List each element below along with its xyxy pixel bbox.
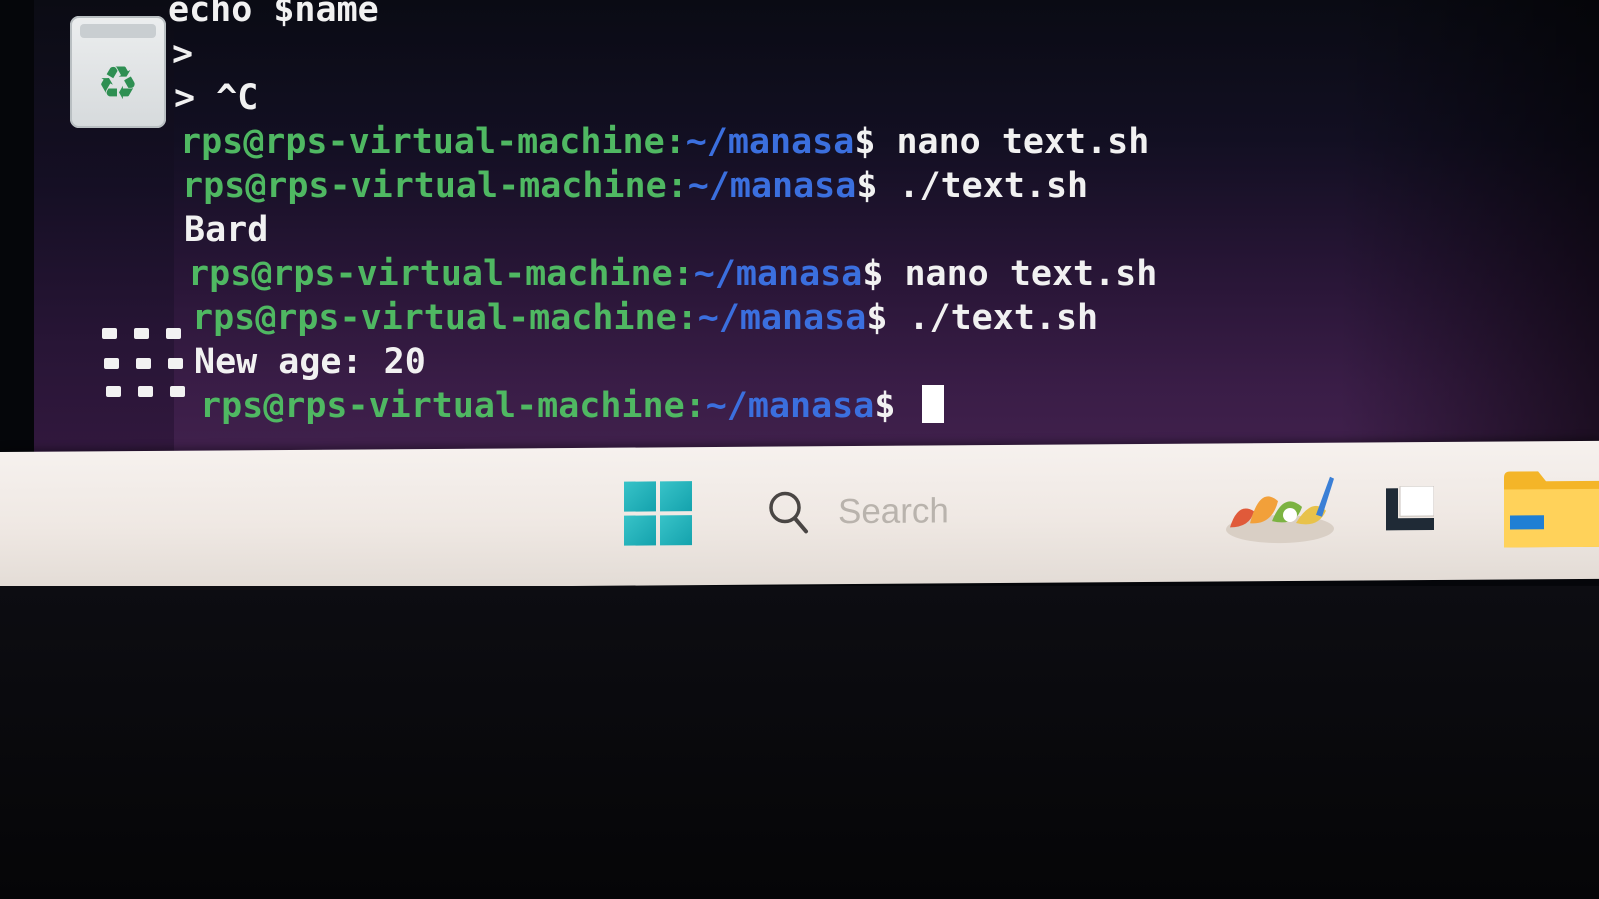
output-text: echo $name [168, 0, 379, 30]
prompt-user: rps@rps-virtual-machine: [182, 166, 688, 206]
windows-start-icon[interactable] [624, 481, 694, 547]
folder-icon[interactable] [1504, 471, 1599, 548]
taskbar: Search [0, 440, 1599, 590]
grid-dot [106, 386, 121, 397]
prompt-dollar: $ [856, 166, 878, 206]
terminal-prompt-line: rps@rps-virtual-machine:~/manasa$ nano t… [168, 120, 1288, 164]
grid-dot [104, 358, 119, 369]
terminal-prompt-line: rps@rps-virtual-machine:~/manasa$ nano t… [168, 252, 1288, 296]
terminal-cursor [922, 385, 945, 423]
grid-dot [138, 386, 153, 397]
output-text: Bard [184, 210, 269, 250]
prompt-user: rps@rps-virtual-machine: [192, 298, 698, 338]
terminal-output[interactable]: echo $name > > ^C rps@rps-virtual-machin… [168, 0, 1288, 428]
output-text: New age: 20 [194, 342, 426, 382]
terminal-line: > [168, 32, 1288, 76]
prompt-user: rps@rps-virtual-machine: [180, 122, 686, 162]
recycle-icon: ♻ [97, 56, 139, 110]
screen-bottom-dark-area [0, 586, 1599, 899]
prompt-dollar: $ [862, 254, 884, 294]
search-icon [769, 491, 808, 534]
prompt-dollar: $ [874, 386, 896, 426]
widgets-icon[interactable] [1220, 471, 1340, 548]
trash-icon[interactable]: ♻ [70, 16, 166, 128]
trash-lid [80, 24, 156, 38]
terminal-line: echo $name [168, 0, 1288, 32]
terminal-prompt-line: rps@rps-virtual-machine:~/manasa$ ./text… [168, 296, 1288, 340]
output-text: > ^C [174, 78, 259, 118]
dock: ♻ [34, 0, 185, 462]
terminal-line: > ^C [168, 76, 1288, 120]
prompt-dollar: $ [854, 122, 876, 162]
start-pane [624, 515, 656, 546]
screen: ♻ echo $name > > ^C rps@rps-virtual-mach… [0, 0, 1599, 899]
screen-bezel [0, 0, 34, 462]
command-text: ./text.sh [887, 298, 1099, 338]
prompt-path: ~/manasa [697, 298, 867, 338]
terminal-line: New age: 20 [168, 340, 1288, 384]
prompt-path: ~/manasa [687, 166, 857, 206]
start-pane [660, 515, 692, 546]
command-text: ./text.sh [877, 166, 1089, 206]
terminal-prompt-line: rps@rps-virtual-machine:~/manasa$ ./text… [168, 164, 1288, 208]
grid-dot [134, 328, 149, 339]
start-pane [660, 481, 692, 512]
prompt-path: ~/manasa [693, 254, 863, 294]
terminal-prompt-line: rps@rps-virtual-machine:~/manasa$ [168, 384, 1288, 428]
taskbar-search-box[interactable]: Search [760, 478, 1120, 547]
start-pane [624, 481, 656, 512]
desktop-area: ♻ echo $name > > ^C rps@rps-virtual-mach… [0, 0, 1599, 462]
grid-dot [102, 328, 117, 339]
prompt-user: rps@rps-virtual-machine: [200, 386, 706, 426]
grid-dot [136, 358, 151, 369]
command-text [895, 386, 916, 426]
prompt-user: rps@rps-virtual-machine: [188, 254, 694, 294]
prompt-path: ~/manasa [685, 122, 855, 162]
prompt-path: ~/manasa [705, 386, 875, 426]
prompt-dollar: $ [866, 298, 888, 338]
command-text: nano text.sh [875, 122, 1150, 162]
search-placeholder: Search [838, 491, 949, 532]
output-text: > [172, 34, 194, 74]
terminal-line: Bard [168, 208, 1288, 252]
task-view-icon[interactable] [1386, 485, 1434, 532]
command-text: nano text.sh [883, 254, 1158, 294]
